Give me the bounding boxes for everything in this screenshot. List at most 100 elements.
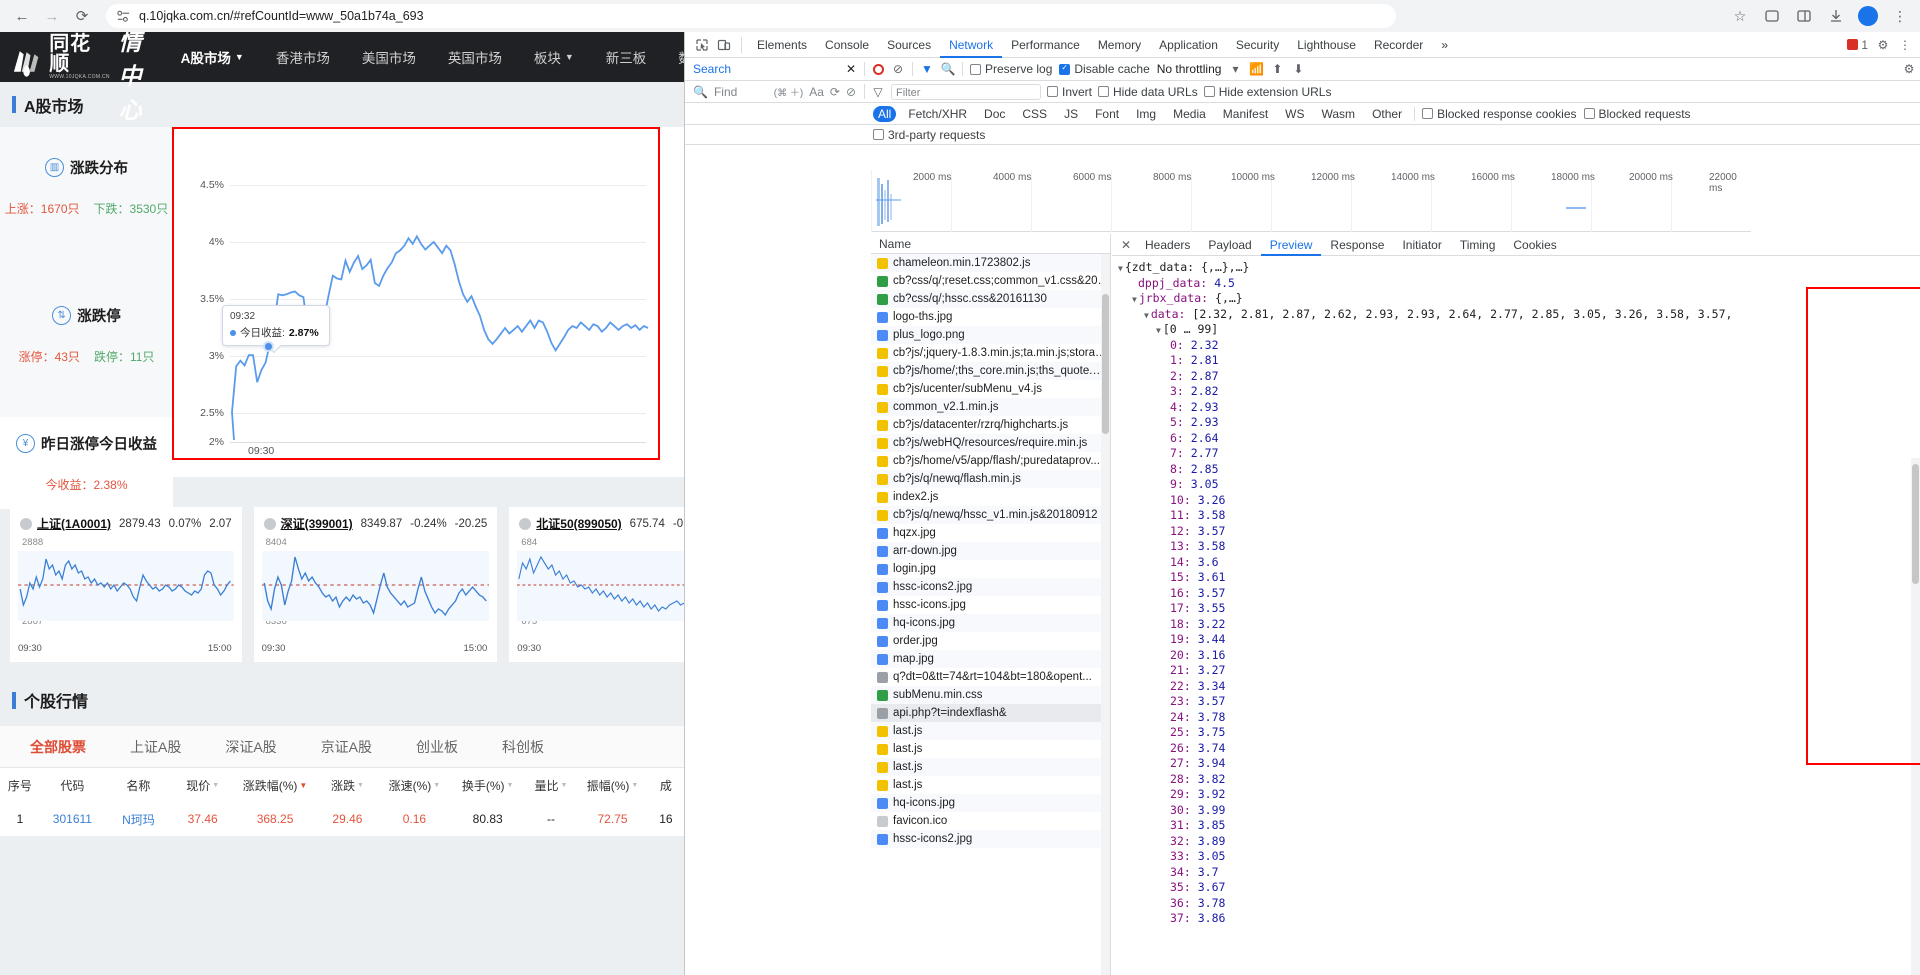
stat-card-distribution[interactable]: ▥ 涨跌分布 上涨：1670只 下跌：3530只: [0, 127, 173, 287]
type-filter-all[interactable]: All: [873, 105, 897, 122]
third-party-requests-option[interactable]: 3rd-party requests: [873, 128, 985, 142]
clear-icon[interactable]: ⊘: [891, 62, 905, 76]
filter-icon[interactable]: ▽: [871, 85, 885, 99]
index-name[interactable]: 上证(1A0001): [37, 515, 111, 532]
reload-icon[interactable]: ⟳: [68, 2, 96, 30]
type-filter-other[interactable]: Other: [1367, 106, 1407, 122]
table-row[interactable]: 1 301611 N珂玛 37.46 368.25 29.46 0.16 80.…: [0, 802, 684, 836]
request-row[interactable]: chameleon.min.1723802.js: [871, 254, 1110, 272]
cell-name[interactable]: N珂玛: [105, 811, 172, 828]
forward-arrow-icon[interactable]: →: [38, 2, 66, 30]
more-tabs-icon[interactable]: »: [1432, 32, 1457, 58]
json-jrbx[interactable]: ▼ jrbx_data: {,…}: [1118, 291, 1910, 307]
detail-tab-headers[interactable]: Headers: [1136, 234, 1199, 256]
request-list[interactable]: Name chameleon.min.1723802.js cb?css/q/;r…: [871, 234, 1111, 975]
request-row[interactable]: cb?js/q/newq/hssc_v1.min.js&20180912: [871, 506, 1110, 524]
request-row[interactable]: cb?js/datacenter/rzrq/highcharts.js: [871, 416, 1110, 434]
request-row[interactable]: common_v2.1.min.js: [871, 398, 1110, 416]
tab-memory[interactable]: Memory: [1089, 32, 1150, 58]
close-icon[interactable]: ✕: [846, 62, 856, 76]
request-row[interactable]: cb?js/home/;ths_core.min.js;ths_quote.m.…: [871, 362, 1110, 380]
preview-scrollbar[interactable]: [1911, 458, 1920, 975]
request-row[interactable]: subMenu.min.css: [871, 686, 1110, 704]
col-change[interactable]: 涨跌 ▼: [317, 777, 379, 794]
request-row[interactable]: favicon.ico: [871, 812, 1110, 830]
detail-tab-cookies[interactable]: Cookies: [1504, 234, 1565, 256]
request-row[interactable]: last.js: [871, 758, 1110, 776]
nav-item-hk[interactable]: 香港市场: [260, 47, 346, 67]
index-name[interactable]: 深证(399001): [281, 515, 353, 532]
detail-tab-timing[interactable]: Timing: [1451, 234, 1505, 256]
site-logo[interactable]: 同花顺 WWW.10JQKA.COM.CN: [10, 34, 111, 80]
col-pct-change[interactable]: 涨跌幅(%) ▼: [233, 777, 316, 794]
request-row[interactable]: hq-icons.jpg: [871, 614, 1110, 632]
request-list-header[interactable]: Name: [871, 234, 1110, 254]
request-row[interactable]: map.jpg: [871, 650, 1110, 668]
kebab-menu-icon[interactable]: ⋮: [1898, 38, 1912, 52]
request-row[interactable]: cb?css/q/;hssc.css&20161130: [871, 290, 1110, 308]
scrollbar-thumb[interactable]: [1912, 464, 1919, 584]
request-row[interactable]: cb?js/ucenter/subMenu_v4.js: [871, 380, 1110, 398]
request-row[interactable]: logo-ths.jpg: [871, 308, 1110, 326]
import-har-icon[interactable]: ⬆: [1270, 62, 1284, 76]
request-row[interactable]: plus_logo.png: [871, 326, 1110, 344]
cancel-icon[interactable]: ⊘: [846, 85, 856, 99]
col-turnover[interactable]: 换手(%) ▼: [451, 777, 525, 794]
chevron-down-icon[interactable]: ▾: [1228, 62, 1242, 76]
invert-option[interactable]: Invert: [1047, 85, 1092, 99]
avatar[interactable]: [1858, 6, 1878, 26]
nav-item-neeq[interactable]: 新三板: [590, 47, 663, 67]
nav-item-sector[interactable]: 板块 ▼: [518, 47, 590, 67]
device-toolbar-icon[interactable]: [713, 34, 735, 56]
tab-bse-a[interactable]: 京证A股: [321, 737, 372, 757]
type-filter-manifest[interactable]: Manifest: [1218, 106, 1273, 122]
request-row[interactable]: cb?js/;jquery-1.8.3.min.js;ta.min.js;sto…: [871, 344, 1110, 362]
site-settings-icon[interactable]: [116, 9, 131, 24]
network-overview-timeline[interactable]: 2000 ms 4000 ms 6000 ms 8000 ms 10000 ms…: [871, 170, 1751, 232]
hide-extension-urls-option[interactable]: Hide extension URLs: [1203, 85, 1331, 99]
tab-performance[interactable]: Performance: [1002, 32, 1089, 58]
inspect-element-icon[interactable]: [691, 34, 713, 56]
kebab-menu-icon[interactable]: ⋮: [1890, 6, 1910, 26]
checkbox[interactable]: [970, 63, 981, 75]
request-row[interactable]: arr-down.jpg: [871, 542, 1110, 560]
request-row[interactable]: last.js: [871, 722, 1110, 740]
checkbox[interactable]: [1047, 86, 1058, 97]
type-filter-fetch-xhr[interactable]: Fetch/XHR: [903, 106, 972, 122]
tab-sources[interactable]: Sources: [878, 32, 940, 58]
request-row[interactable]: hssc-icons2.jpg: [871, 578, 1110, 596]
type-filter-img[interactable]: Img: [1131, 106, 1161, 122]
request-list-scrollbar[interactable]: [1101, 254, 1110, 975]
tab-security[interactable]: Security: [1227, 32, 1288, 58]
request-row[interactable]: last.js: [871, 740, 1110, 758]
stat-card-yield[interactable]: ¥ 昨日涨停今日收益 今收益：2.38%: [0, 417, 173, 509]
throttling-select[interactable]: No throttling: [1157, 62, 1222, 76]
tab-recorder[interactable]: Recorder: [1365, 32, 1432, 58]
index-card-sse[interactable]: 上证(1A0001) 2879.43 0.07% 2.07 2888 2877.…: [10, 507, 242, 662]
request-row[interactable]: hssc-icons.jpg: [871, 596, 1110, 614]
close-icon[interactable]: ✕: [1116, 238, 1136, 252]
tab-application[interactable]: Application: [1150, 32, 1227, 58]
request-row[interactable]: hqzx.jpg: [871, 524, 1110, 542]
blocked-requests-option[interactable]: Blocked requests: [1583, 107, 1691, 121]
stat-card-limit[interactable]: ⇅ 涨跌停 涨停：43只 跌停：11只: [0, 287, 173, 417]
extensions-icon[interactable]: [1762, 6, 1782, 26]
refresh-icon[interactable]: ⟳: [830, 85, 840, 99]
request-row[interactable]: hq-icons.jpg: [871, 794, 1110, 812]
filter-icon[interactable]: ▼: [920, 62, 934, 76]
col-amplitude[interactable]: 振幅(%) ▼: [577, 777, 648, 794]
request-row[interactable]: order.jpg: [871, 632, 1110, 650]
tab-console[interactable]: Console: [816, 32, 878, 58]
disable-cache-option[interactable]: Disable cache: [1059, 62, 1150, 76]
checkbox[interactable]: [873, 129, 884, 140]
request-row[interactable]: cb?css/q/;reset.css;common_v1.css&201...: [871, 272, 1110, 290]
settings-gear-icon[interactable]: ⚙: [1904, 62, 1920, 76]
cell-code[interactable]: 301611: [40, 812, 105, 826]
json-root[interactable]: ▼ {zdt_data: {,…},…}: [1118, 260, 1910, 276]
request-row[interactable]: cb?js/q/newq/flash.min.js: [871, 470, 1110, 488]
request-row[interactable]: api.php?t=indexflash&: [871, 704, 1110, 722]
request-row[interactable]: login.jpg: [871, 560, 1110, 578]
search-icon[interactable]: 🔍: [941, 62, 956, 76]
nav-item-a-share[interactable]: A股市场 ▼: [165, 47, 260, 67]
tab-chinext[interactable]: 创业板: [416, 737, 458, 757]
